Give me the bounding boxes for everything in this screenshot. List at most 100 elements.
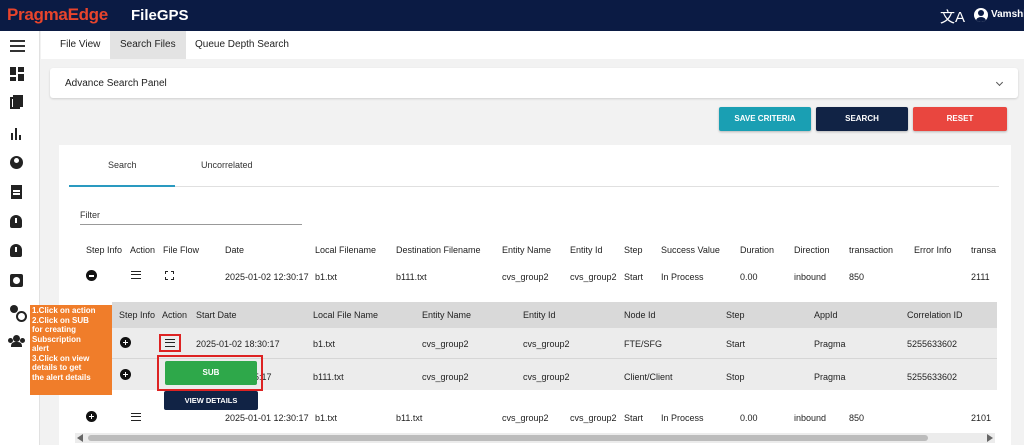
row1-transa: 2111 bbox=[971, 272, 990, 282]
files-icon[interactable] bbox=[10, 95, 24, 109]
row2-local-filename: b1.txt bbox=[315, 413, 338, 423]
view-details-button[interactable]: VIEW DETAILS bbox=[164, 391, 258, 410]
group-icon[interactable] bbox=[8, 335, 25, 347]
horizontal-scrollbar[interactable] bbox=[75, 433, 995, 443]
reset-button[interactable]: RESET bbox=[913, 107, 1007, 131]
sub-col-correlation-id: Correlation ID bbox=[907, 310, 963, 320]
row1-success-value: In Process bbox=[661, 272, 704, 282]
sub-row1-correlation-id: 5255633602 bbox=[907, 339, 958, 349]
active-tab-indicator bbox=[69, 185, 175, 187]
scrollbar-thumb[interactable] bbox=[88, 435, 928, 441]
tab-uncorrelated[interactable]: Uncorrelated bbox=[201, 160, 253, 170]
sub-col-step-info: Step Info bbox=[119, 310, 156, 320]
row2-success-value: In Process bbox=[661, 413, 704, 423]
advance-search-panel[interactable]: Advance Search Panel bbox=[50, 68, 1018, 98]
top-bar: PragmaEdge FileGPS 文A Vamshi bbox=[0, 0, 1024, 31]
sub-row2-correlation-id: 5255633602 bbox=[907, 372, 958, 382]
expand-row-icon[interactable] bbox=[86, 411, 97, 422]
search-button[interactable]: SEARCH bbox=[816, 107, 908, 131]
instruction-note: 1.Click on action 2.Click on SUB for cre… bbox=[30, 305, 112, 395]
sub-row1-entity-name: cvs_group2 bbox=[422, 339, 469, 349]
row2-destination-filename: b11.txt bbox=[396, 413, 423, 423]
highlight-action-box bbox=[159, 334, 181, 352]
tab-queue-depth-search[interactable]: Queue Depth Search bbox=[185, 31, 299, 59]
alert-icon[interactable] bbox=[10, 215, 22, 228]
user-settings-icon[interactable] bbox=[10, 305, 27, 322]
scroll-left-icon[interactable] bbox=[77, 434, 83, 442]
translate-icon[interactable]: 文A bbox=[940, 6, 965, 27]
row2-duration: 0.00 bbox=[740, 413, 758, 423]
col-transa: transa bbox=[971, 245, 997, 255]
col-destination-filename: Destination Filename bbox=[396, 245, 481, 255]
menu-icon[interactable] bbox=[10, 40, 25, 52]
note-line: 3.Click on view bbox=[32, 353, 90, 363]
row1-destination-filename: b111.txt bbox=[396, 272, 427, 282]
row1-entity-name: cvs_group2 bbox=[502, 272, 549, 282]
bar-chart-icon[interactable] bbox=[10, 126, 24, 140]
tab-file-view[interactable]: File View bbox=[50, 31, 110, 59]
save-criteria-button[interactable]: SAVE CRITERIA bbox=[719, 107, 811, 131]
alert-settings-icon[interactable] bbox=[10, 244, 22, 257]
row1-direction: inbound bbox=[794, 272, 827, 282]
row1-duration: 0.00 bbox=[740, 272, 758, 282]
expand-row-icon[interactable] bbox=[120, 337, 131, 348]
note-line: 1.Click on action bbox=[32, 306, 96, 315]
col-local-filename: Local Filename bbox=[315, 245, 377, 255]
collapse-row-icon[interactable] bbox=[86, 270, 97, 281]
col-error-info: Error Info bbox=[914, 245, 952, 255]
tab-search[interactable]: Search bbox=[108, 160, 137, 170]
sub-row2-node-id: Client/Client bbox=[624, 372, 673, 382]
action-menu-icon[interactable] bbox=[131, 271, 141, 279]
row2-entity-name: cvs_group2 bbox=[502, 413, 549, 423]
row2-direction: inbound bbox=[794, 413, 827, 423]
chevron-down-icon[interactable] bbox=[995, 78, 1004, 87]
note-line: alert bbox=[32, 344, 49, 353]
note-line: for creating bbox=[32, 325, 77, 334]
col-entity-id: Entity Id bbox=[570, 245, 603, 255]
sub-row1-start-date: 2025-01-02 18:30:17 bbox=[196, 339, 280, 349]
sub-row1-entity-id: cvs_group2 bbox=[523, 339, 570, 349]
row1-entity-id: cvs_group2 bbox=[570, 272, 617, 282]
advance-search-title: Advance Search Panel bbox=[65, 78, 167, 89]
sub-col-action: Action bbox=[162, 310, 188, 320]
tab-search-files[interactable]: Search Files bbox=[110, 31, 186, 59]
sub-row1-appid: Pragma bbox=[814, 339, 846, 349]
user-avatar-icon[interactable] bbox=[974, 8, 988, 22]
settings-box-icon[interactable] bbox=[10, 274, 23, 287]
col-success-value: Success Value bbox=[661, 245, 720, 255]
sub-row1-local-file: b1.txt bbox=[313, 339, 336, 349]
col-date: Date bbox=[225, 245, 245, 255]
file-flow-expand-icon[interactable] bbox=[165, 271, 174, 280]
filter-input[interactable]: Filter bbox=[80, 210, 100, 220]
sub-col-start-date: Start Date bbox=[196, 310, 237, 320]
note-line: details to get bbox=[32, 363, 82, 372]
dashboard-icon[interactable] bbox=[10, 67, 24, 81]
top-tabs: File View Search Files Queue Depth Searc… bbox=[41, 31, 1024, 59]
row2-entity-id: cvs_group2 bbox=[570, 413, 617, 423]
filter-underline bbox=[80, 224, 302, 225]
row2-transaction: 850 bbox=[849, 413, 865, 423]
brand-logo: PragmaEdge bbox=[7, 5, 108, 24]
account-icon[interactable] bbox=[10, 156, 23, 169]
sub-col-node-id: Node Id bbox=[624, 310, 656, 320]
row2-transa: 2101 bbox=[971, 413, 992, 423]
sub-row2-entity-name: cvs_group2 bbox=[422, 372, 469, 382]
col-file-flow: File Flow bbox=[163, 245, 200, 255]
sub-col-entity-name: Entity Name bbox=[422, 310, 472, 320]
expand-row-icon[interactable] bbox=[120, 369, 131, 380]
scroll-right-icon[interactable] bbox=[987, 434, 993, 442]
row1-step: Start bbox=[624, 272, 644, 282]
action-menu-icon[interactable] bbox=[131, 413, 141, 421]
sub-row2-step: Stop bbox=[726, 372, 745, 382]
sub-button[interactable]: SUB bbox=[165, 361, 257, 385]
user-name[interactable]: Vamshi bbox=[991, 9, 1024, 20]
row2-step: Start bbox=[624, 413, 644, 423]
sub-row1-node-id: FTE/SFG bbox=[624, 339, 662, 349]
row1-transaction: 850 bbox=[849, 272, 865, 282]
col-action: Action bbox=[130, 245, 156, 255]
sub-col-appid: AppId bbox=[814, 310, 838, 320]
col-step-info: Step Info bbox=[86, 245, 123, 255]
app-title: FileGPS bbox=[131, 7, 189, 24]
document-icon[interactable] bbox=[11, 185, 22, 199]
sub-row1-step: Start bbox=[726, 339, 746, 349]
